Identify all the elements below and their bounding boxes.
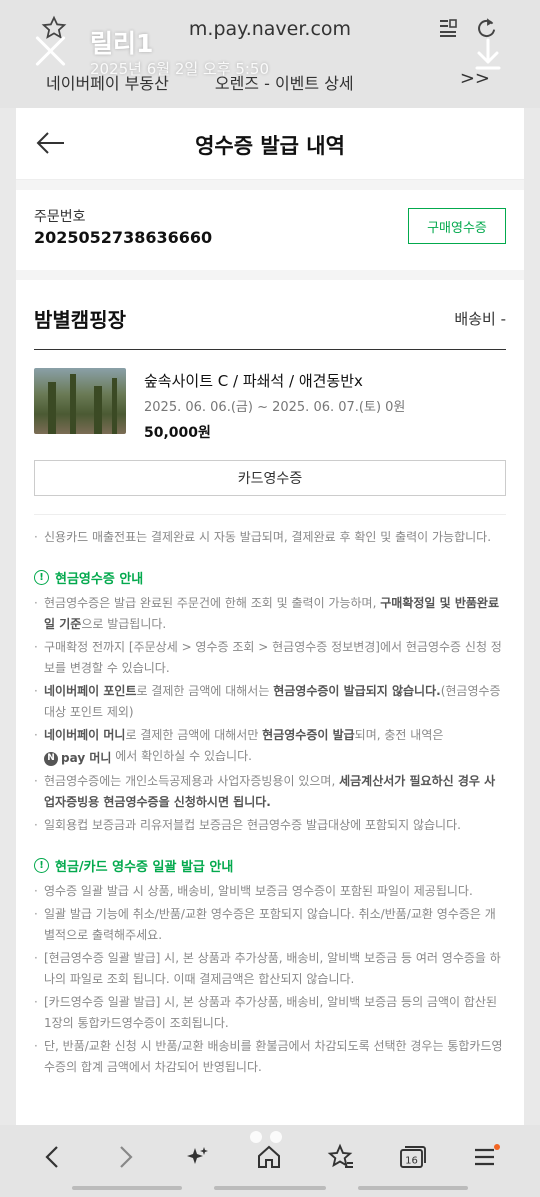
order-info: 주문번호 2025052738636660 구매영수증 [16,190,524,270]
reader-mode-icon[interactable] [432,12,464,44]
svg-text:16: 16 [405,1156,418,1167]
store-name: 밤별캠핑장 [34,308,126,332]
info-icon: ! [34,570,49,585]
product-name: 숲속사이트 C / 파쇄석 / 애견동반x [144,372,363,390]
download-icon[interactable] [472,38,504,70]
story-date: 2025년 6월 2일 오후 5:50 [90,60,270,78]
home-icon[interactable] [251,1139,287,1175]
order-number-label: 주문번호 [34,209,86,225]
story-handle-bars [0,1186,540,1192]
npay-n-icon: N [44,751,58,766]
close-icon[interactable] [34,34,68,68]
shipping-fee: 배송비 - [454,310,506,328]
note-item: 네이버페이 포인트로 결제한 금액에 대해서는 현금영수증이 발급되지 않습니다… [34,681,506,723]
note-item: [카드영수증 일괄 발급] 시, 본 상품과 추가상품, 배송비, 알비백 보증… [34,992,506,1034]
product-price: 50,000원 [144,425,211,441]
receipt-notes: 신용카드 매출전표는 결제완료 시 자동 발급되며, 결제완료 후 확인 및 출… [34,514,506,1078]
note-item: 단, 반품/교환 신청 시 반품/교환 배송비를 환불금에서 차감되도록 선택한… [34,1036,506,1078]
note-item: 영수증 일괄 발급 시 상품, 배송비, 알비백 보증금 영수증이 포함된 파일… [34,881,506,902]
purchase-receipt-button[interactable]: 구매영수증 [408,208,506,244]
receipt-detail: 밤별캠핑장 배송비 - 숲속사이트 C / 파쇄석 / 애견동반x 2025. … [16,280,524,1125]
order-number: 2025052738636660 [34,228,213,247]
tabs-icon[interactable]: 16 [394,1139,430,1175]
bulk-receipt-section-title: ! 현금/카드 영수증 일괄 발급 안내 [34,856,506,875]
note-item: 일회용컵 보증금과 리유저블컵 보증금은 현금영수증 발급대상에 포함되지 않습… [34,815,506,836]
product-item[interactable]: 숲속사이트 C / 파쇄석 / 애견동반x 2025. 06. 06.(금) ~… [34,350,506,452]
page-header: 영수증 발급 내역 [16,108,524,180]
note-item: 일괄 발급 기능에 취소/반품/교환 영수증은 포함되지 않습니다. 취소/반품… [34,904,506,946]
npay-money-logo: Npay 머니 [44,748,111,769]
note-item: 신용카드 매출전표는 결제완료 시 자동 발급되며, 결제완료 후 확인 및 출… [34,527,506,548]
note-item: 네이버페이 머니로 결제한 금액에 대해서만 현금영수증이 발급되며, 충전 내… [34,725,506,769]
page-title: 영수증 발급 내역 [195,134,345,158]
page-content: 영수증 발급 내역 주문번호 2025052738636660 구매영수증 밤별… [16,108,524,1125]
product-dates: 2025. 06. 06.(금) ~ 2025. 06. 07.(토) 0원 [144,400,406,415]
bookmark-star-icon[interactable] [323,1139,359,1175]
note-item: 현금영수증은 발급 완료된 주문건에 한해 조회 및 출력이 가능하며, 구매확… [34,593,506,635]
back-icon[interactable] [34,1139,70,1175]
browser-bottom-nav: 16 [0,1125,540,1197]
note-item: [현금영수증 일괄 발급] 시, 본 상품과 추가상품, 배송비, 알비백 보증… [34,948,506,990]
more-tabs-chevron-icon[interactable]: >> [460,68,490,89]
ai-sparkle-icon[interactable] [180,1139,216,1175]
info-icon: ! [34,858,49,873]
store-row: 밤별캠핑장 배송비 - [34,280,506,350]
forward-icon[interactable] [108,1139,144,1175]
menu-icon[interactable] [468,1139,504,1175]
card-receipt-button[interactable]: 카드영수증 [34,460,506,496]
product-thumbnail [34,368,126,434]
cash-receipt-section-title: ! 현금영수증 안내 [34,568,506,587]
story-username: 릴리1 [90,29,154,58]
note-item: 현금영수증에는 개인소득공제용과 사업자증빙용이 있으며, 세금계산서가 필요하… [34,771,506,813]
browser-toolbar: m.pay.naver.com 네이버페이 부동산 오렌즈 - 이벤트 상세 >… [0,0,540,108]
note-item: 구매확정 전까지 [주문상세 > 영수증 조회 > 현금영수증 정보변경]에서 … [34,637,506,679]
